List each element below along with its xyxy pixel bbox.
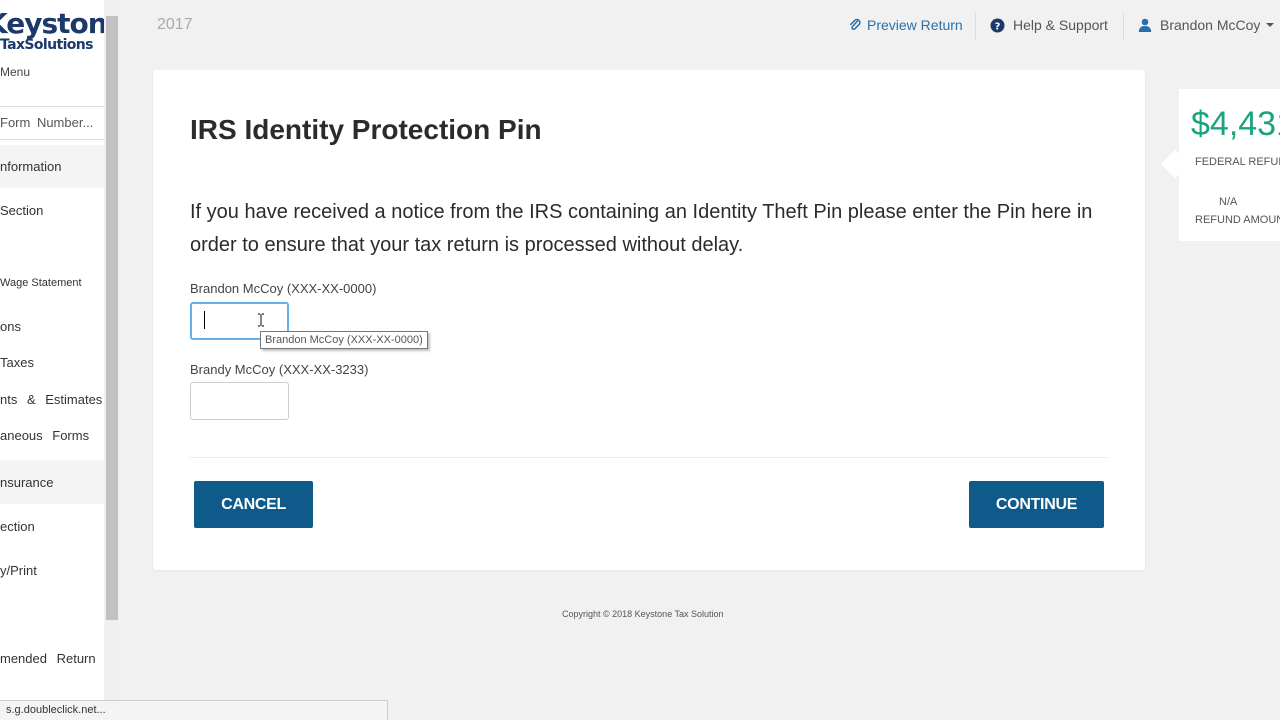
logo-subtitle: TaxSolutions	[0, 37, 94, 53]
state-refund-value: N/A	[1219, 196, 1238, 208]
sidebar-item-deductions[interactable]: ons	[0, 319, 21, 334]
sidebar-item-health-insurance[interactable]: nsurance	[0, 475, 53, 490]
refund-amount-label: REFUND AMOUNT	[1195, 214, 1280, 226]
user-menu[interactable]: Brandon McCoy	[1138, 17, 1275, 33]
sidebar-item-miscellaneous-forms[interactable]: aneous Forms	[0, 428, 89, 443]
form-number-search[interactable]: Form Number...	[0, 106, 104, 140]
cancel-button[interactable]: CANCEL	[194, 481, 313, 528]
preview-return-link[interactable]: Preview Return	[849, 17, 963, 33]
svg-text:?: ?	[995, 21, 1001, 32]
sidebar-item-payments-estimates[interactable]: nts & Estimates	[0, 392, 102, 407]
ip-pin-card: IRS Identity Protection Pin If you have …	[153, 70, 1145, 570]
sidebar-scrollbar[interactable]	[104, 0, 120, 720]
spouse-pin-input[interactable]	[190, 382, 289, 420]
input-tooltip: Brandon McCoy (XXX-XX-0000)	[260, 331, 428, 349]
refund-panel: $4,431 FEDERAL REFUND N/A REFUND AMOUNT	[1179, 89, 1280, 241]
preview-return-label: Preview Return	[867, 17, 963, 33]
sidebar-item-amended-return[interactable]: mended Return	[0, 651, 96, 666]
sidebar-item-state-section[interactable]: ection	[0, 519, 35, 534]
caret-down-icon	[1266, 22, 1275, 28]
logo-wordmark: Keystone	[0, 7, 104, 40]
page-description: If you have received a notice from the I…	[190, 201, 1093, 256]
sidebar: Keystone TaxSolutions Menu Form Number..…	[0, 0, 104, 720]
federal-refund-label: FEDERAL REFUND	[1195, 156, 1280, 168]
federal-refund-amount: $4,431	[1191, 105, 1280, 143]
card-divider	[190, 457, 1108, 458]
sidebar-item-taxes[interactable]: Taxes	[0, 355, 34, 370]
status-bar-url: s.g.doubleclick.net...	[0, 700, 388, 720]
paperclip-icon	[849, 18, 861, 32]
nav-divider	[975, 12, 976, 40]
spouse-pin-label: Brandy McCoy (XXX-XX-3233)	[190, 362, 369, 377]
sidebar-item-e-file-print[interactable]: y/Print	[0, 563, 37, 578]
nav-divider	[1123, 12, 1124, 40]
user-name: Brandon McCoy	[1160, 17, 1261, 33]
sidebar-item-wage-statement[interactable]: Wage Statement	[0, 277, 82, 289]
menu-label[interactable]: Menu	[0, 65, 30, 79]
tax-year: 2017	[157, 16, 193, 33]
ibeam-cursor-icon	[257, 313, 265, 332]
copyright: Copyright © 2018 Keystone Tax Solution	[562, 609, 724, 619]
question-circle-icon: ?	[990, 18, 1005, 33]
page-title: IRS Identity Protection Pin	[190, 114, 542, 145]
sidebar-item-section[interactable]: Section	[0, 203, 43, 218]
scrollbar-thumb[interactable]	[106, 16, 118, 620]
continue-button[interactable]: CONTINUE	[969, 481, 1104, 528]
help-support-label: Help & Support	[1013, 17, 1108, 33]
text-caret	[204, 311, 205, 329]
user-icon	[1138, 18, 1152, 32]
help-support-link[interactable]: ? Help & Support	[990, 17, 1108, 33]
sidebar-item-information[interactable]: nformation	[0, 159, 61, 174]
taxpayer-pin-label: Brandon McCoy (XXX-XX-0000)	[190, 281, 377, 296]
